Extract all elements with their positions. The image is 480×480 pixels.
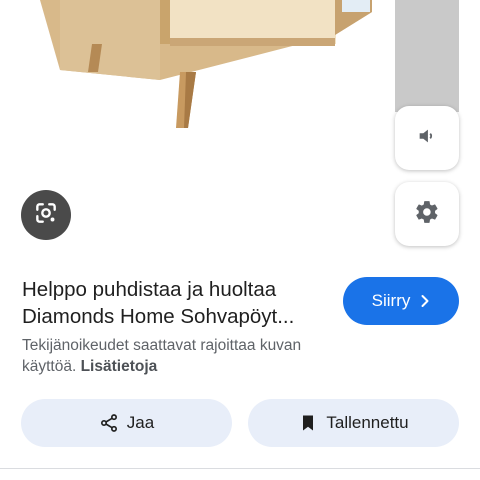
- visit-button-label: Siirry: [371, 291, 411, 310]
- settings-button[interactable]: [395, 182, 459, 246]
- share-icon: [99, 413, 119, 433]
- title-line-2: Diamonds Home Sohvapöyt...: [22, 305, 295, 328]
- chevron-right-icon: [420, 294, 430, 308]
- copyright-notice: Tekijänoikeudet saattavat rajoittaa kuva…: [22, 335, 362, 377]
- scroll-track: [395, 0, 459, 112]
- save-button[interactable]: Tallennettu: [248, 399, 459, 447]
- bookmark-icon: [298, 413, 318, 433]
- volume-button[interactable]: [395, 106, 459, 170]
- learn-more-link[interactable]: Lisätietoja: [81, 358, 158, 375]
- copyright-line-2: käyttöä.: [22, 358, 77, 375]
- google-lens-button[interactable]: [21, 190, 71, 240]
- gear-icon: [414, 199, 440, 230]
- copyright-line-1: Tekijänoikeudet saattavat rajoittaa kuva…: [22, 337, 302, 354]
- share-button[interactable]: Jaa: [21, 399, 232, 447]
- result-title[interactable]: Helppo puhdistaa ja huoltaa Diamonds Hom…: [22, 276, 340, 330]
- visit-button[interactable]: Siirry: [343, 277, 459, 325]
- title-line-1: Helppo puhdistaa ja huoltaa: [22, 278, 277, 301]
- google-lens-icon: [33, 200, 59, 231]
- volume-icon: [416, 125, 438, 152]
- save-button-label: Tallennettu: [326, 413, 409, 432]
- share-button-label: Jaa: [126, 413, 155, 432]
- divider: [0, 468, 480, 469]
